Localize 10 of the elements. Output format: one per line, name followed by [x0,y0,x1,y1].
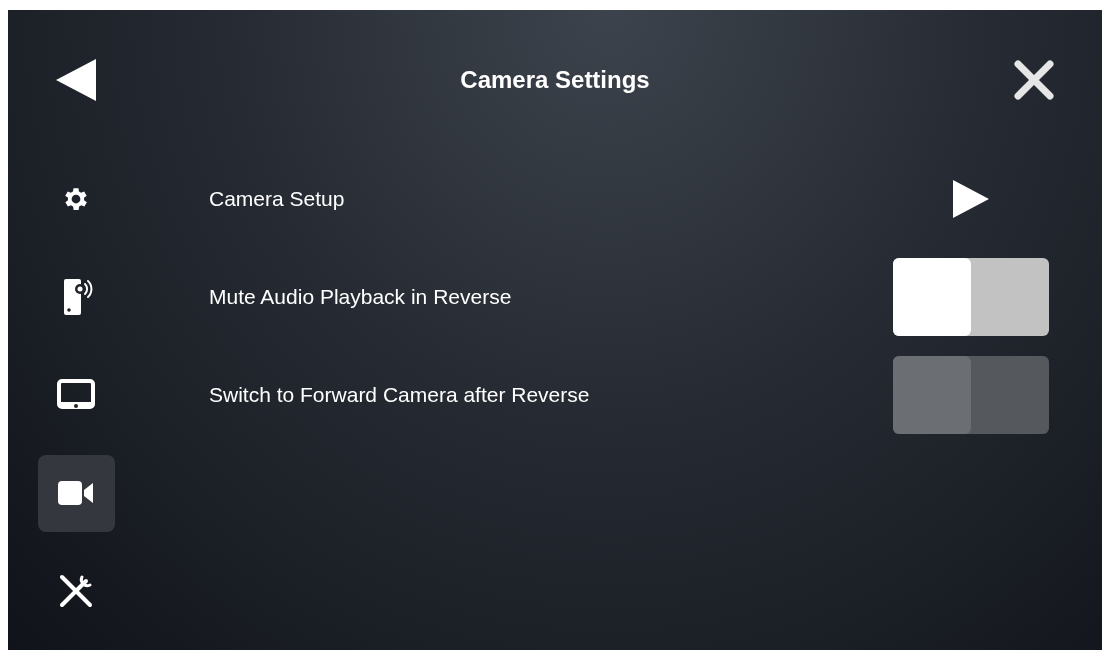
toggle-switch[interactable] [893,258,1049,336]
screen-title: Camera Settings [460,65,650,95]
sidebar-tab[interactable] [37,454,115,532]
setting-label: Switch to Forward Camera after Reverse [209,382,590,409]
video-camera-icon [57,480,95,506]
setting-label: Mute Audio Playback in Reverse [209,284,512,311]
display-icon [56,378,96,412]
toggle-switch[interactable] [893,356,1049,434]
setting-label: Camera Setup [209,186,345,213]
play-arrow-icon[interactable] [951,178,991,220]
